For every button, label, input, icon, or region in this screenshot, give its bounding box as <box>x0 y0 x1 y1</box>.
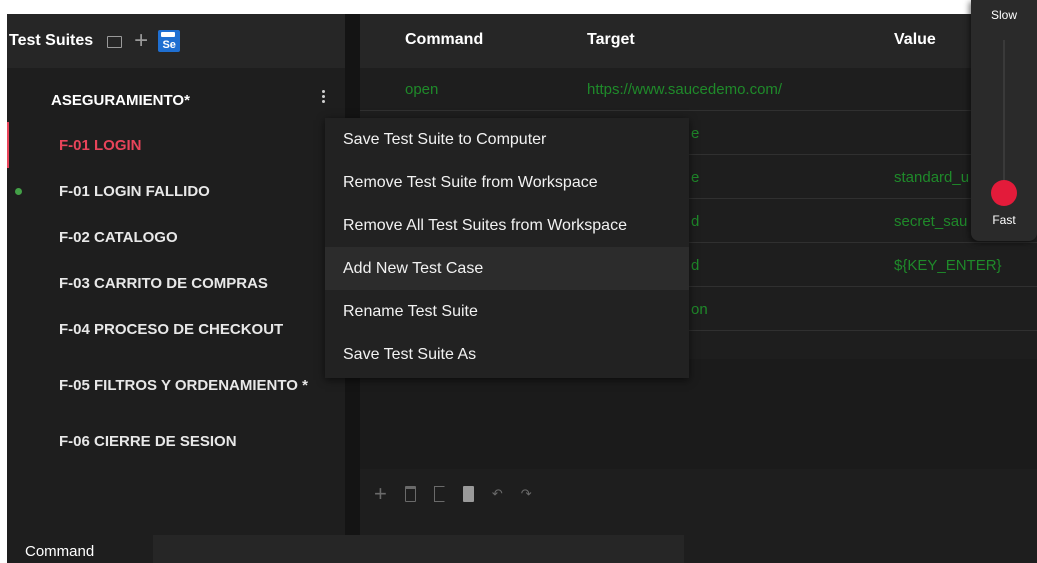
suite-context-menu: Save Test Suite to Computer Remove Test … <box>325 118 689 378</box>
cell-target: e <box>691 125 700 142</box>
copy-icon[interactable] <box>433 484 445 504</box>
table-row[interactable]: open https://www.saucedemo.com/ <box>360 68 1037 111</box>
test-case-item[interactable]: F-05 FILTROS Y ORDENAMIENTO * <box>7 352 345 418</box>
cell-target: https://www.saucedemo.com/ <box>587 81 783 98</box>
cell-command: open <box>405 81 439 98</box>
redo-icon[interactable]: ↷ <box>521 484 532 504</box>
command-field-label: Command <box>25 543 95 560</box>
trash-icon[interactable] <box>404 484 416 504</box>
speed-slider-track[interactable] <box>1003 40 1005 190</box>
folder-icon[interactable] <box>107 36 123 48</box>
speed-slider-panel: Slow Fast <box>971 0 1037 241</box>
cell-target: d <box>691 213 700 230</box>
test-case-label: F-02 CATALOGO <box>59 228 178 246</box>
test-case-item[interactable]: F-03 CARRITO DE COMPRAS <box>7 260 345 306</box>
column-header-command: Command <box>405 31 484 48</box>
command-input[interactable] <box>153 535 684 563</box>
more-vertical-icon[interactable] <box>320 90 326 105</box>
test-suite-row[interactable]: ASEGURAMIENTO* <box>7 84 345 116</box>
cell-target: e <box>691 169 700 186</box>
cell-value: ${KEY_ENTER} <box>894 257 1002 274</box>
undo-icon[interactable]: ↶ <box>492 484 503 504</box>
menu-item-remove-all-suites[interactable]: Remove All Test Suites from Workspace <box>325 204 689 247</box>
column-header-target: Target <box>587 31 635 48</box>
command-toolbar: + ↶ ↷ <box>360 469 1037 519</box>
menu-item-save-suite[interactable]: Save Test Suite to Computer <box>325 118 689 161</box>
add-suite-icon[interactable]: + <box>134 29 148 53</box>
cell-target: on <box>691 301 708 318</box>
cell-value: secret_sau <box>894 213 968 230</box>
selenium-ide-window: Test Suites + Se ASEGURAMIENTO* F-01 LOG… <box>7 14 1037 563</box>
menu-item-remove-suite[interactable]: Remove Test Suite from Workspace <box>325 161 689 204</box>
test-case-label: F-03 CARRITO DE COMPRAS <box>59 274 268 292</box>
test-case-item[interactable]: F-01 LOGIN FALLIDO <box>7 168 345 214</box>
test-case-item[interactable]: F-01 LOGIN <box>7 122 345 168</box>
menu-item-save-suite-as[interactable]: Save Test Suite As <box>325 333 689 376</box>
speed-slider-handle[interactable] <box>991 180 1017 206</box>
test-case-label: F-01 LOGIN <box>59 136 142 154</box>
sidebar-title: Test Suites <box>9 32 94 49</box>
add-icon[interactable]: + <box>374 481 387 506</box>
test-case-label: F-04 PROCESO DE CHECKOUT <box>59 320 284 338</box>
test-case-list: F-01 LOGIN F-01 LOGIN FALLIDO F-02 CATAL… <box>7 122 345 464</box>
test-suites-sidebar: Test Suites + Se ASEGURAMIENTO* F-01 LOG… <box>7 14 345 563</box>
test-case-item[interactable]: F-04 PROCESO DE CHECKOUT <box>7 306 345 352</box>
table-header: Command Target Value <box>360 14 1037 68</box>
test-case-item[interactable]: F-06 CIERRE DE SESION <box>7 418 345 464</box>
speed-fast-label: Fast <box>992 213 1016 227</box>
menu-item-add-test-case[interactable]: Add New Test Case <box>325 247 689 290</box>
speed-slow-label: Slow <box>990 8 1017 22</box>
column-header-value: Value <box>894 31 936 48</box>
test-case-item[interactable]: F-02 CATALOGO <box>7 214 345 260</box>
selenium-logo-icon[interactable]: Se <box>158 30 181 52</box>
paste-icon[interactable] <box>462 484 474 504</box>
status-passed-icon <box>15 188 22 195</box>
cell-value: standard_u <box>894 169 970 186</box>
menu-item-rename-suite[interactable]: Rename Test Suite <box>325 290 689 333</box>
test-suite-name: ASEGURAMIENTO* <box>51 91 190 109</box>
test-case-label: F-01 LOGIN FALLIDO <box>59 182 210 200</box>
sidebar-header: Test Suites + Se <box>7 14 345 68</box>
cell-target: d <box>691 257 700 274</box>
test-case-label: F-06 CIERRE DE SESION <box>59 432 237 450</box>
test-case-label: F-05 FILTROS Y ORDENAMIENTO * <box>59 376 308 394</box>
